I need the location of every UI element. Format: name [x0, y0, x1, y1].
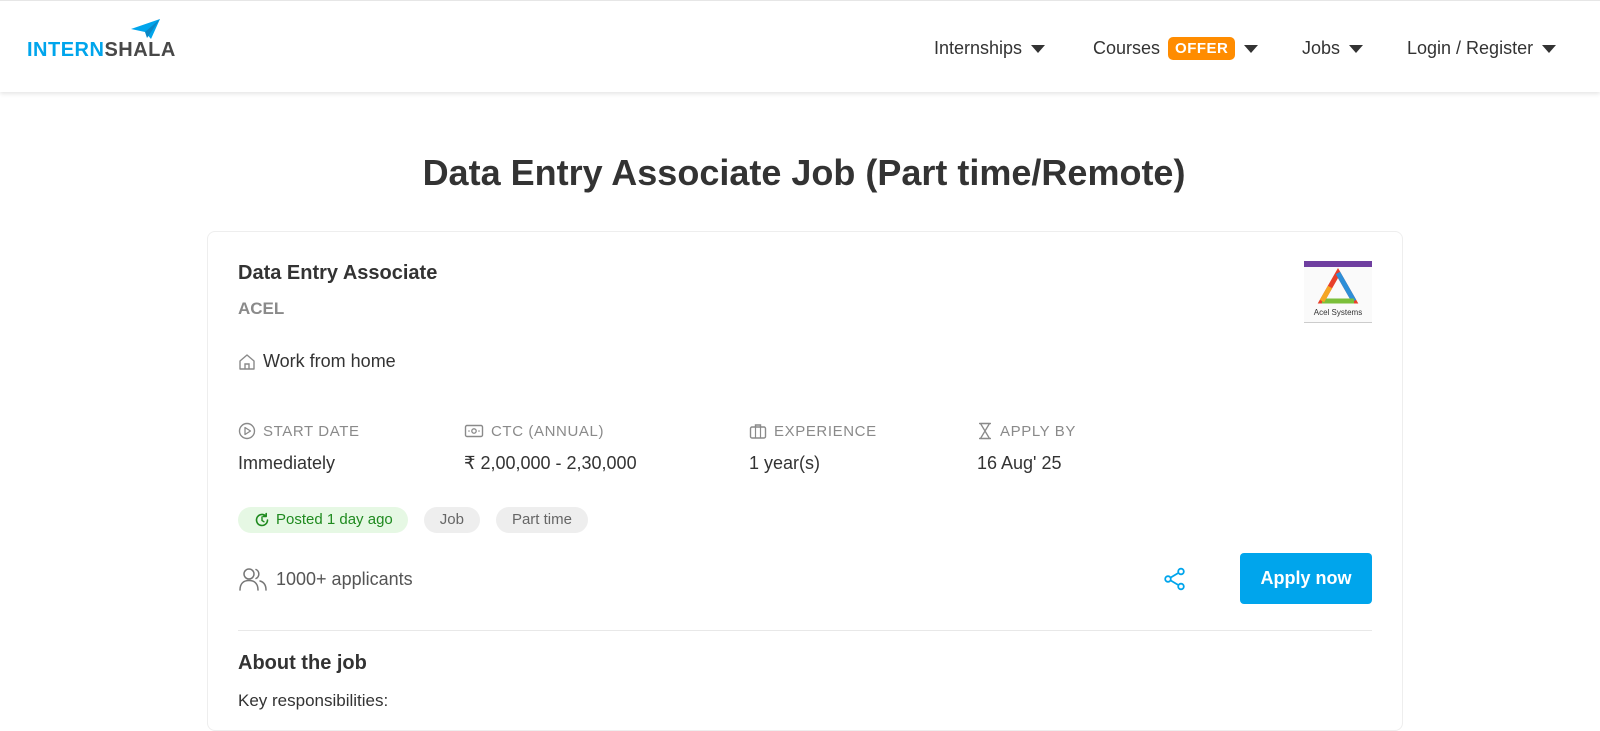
paper-plane-icon [131, 19, 160, 39]
play-circle-icon [238, 422, 256, 440]
caret-down-icon [1031, 44, 1046, 53]
location-text: Work from home [263, 351, 396, 371]
internshala-logo[interactable]: INTERNSHALA [27, 19, 177, 63]
experience-value: 1 year(s) [749, 453, 821, 473]
nav-courses[interactable]: Courses OFFER [1093, 34, 1259, 62]
nav-courses-label: Courses [1093, 37, 1161, 58]
hourglass-icon [979, 422, 991, 440]
applicants-count: 1000+ applicants [238, 566, 413, 592]
meta-ctc: CTC (ANNUAL) ₹ 2,00,000 - 2,30,000 [464, 421, 637, 474]
money-icon [464, 424, 484, 438]
meta-apply-by: APPLY BY 16 Aug' 25 [977, 421, 1076, 474]
apply-by-label: APPLY BY [1000, 422, 1076, 440]
company-logo-text: Acel Systems [1314, 308, 1362, 317]
caret-down-icon [1542, 44, 1557, 53]
briefcase-icon [749, 424, 767, 439]
meta-experience: EXPERIENCE 1 year(s) [749, 421, 877, 474]
posted-tag: Posted 1 day ago [238, 507, 408, 533]
ctc-label: CTC (ANNUAL) [491, 422, 605, 440]
company-name[interactable]: ACEL [238, 299, 284, 319]
apply-by-value: 16 Aug' 25 [977, 453, 1062, 473]
logo-part-shala: SHALA [104, 39, 176, 61]
company-logo: Acel Systems [1304, 261, 1372, 323]
start-date-label: START DATE [263, 422, 360, 440]
refresh-icon [255, 512, 269, 527]
ctc-value: ₹ 2,00,000 - 2,30,000 [464, 453, 637, 473]
part-time-tag: Part time [495, 507, 588, 533]
start-date-value: Immediately [238, 453, 336, 473]
job-type-tag: Job [423, 507, 480, 533]
job-card [207, 231, 1403, 731]
nav-internships[interactable]: Internships [934, 34, 1046, 62]
job-location: Work from home [238, 351, 396, 372]
nav-internships-label: Internships [934, 37, 1023, 58]
nav-login-label: Login / Register [1407, 37, 1534, 58]
home-icon [239, 353, 255, 370]
offer-badge: OFFER [1168, 36, 1236, 60]
logo-wordmark: INTERNSHALA [27, 39, 176, 62]
page-title: Data Entry Associate Job (Part time/Remo… [422, 152, 1186, 193]
about-job-heading: About the job [238, 652, 367, 674]
apply-now-button[interactable]: Apply now [1240, 553, 1372, 604]
applicants-text: 1000+ applicants [276, 568, 413, 589]
share-icon[interactable] [1163, 567, 1187, 591]
nav-jobs-label: Jobs [1302, 37, 1341, 58]
meta-start-date: START DATE Immediately [238, 421, 360, 474]
nav-jobs[interactable]: Jobs [1302, 34, 1364, 62]
caret-down-icon [1244, 44, 1259, 53]
nav-login-register[interactable]: Login / Register [1407, 34, 1557, 62]
logo-part-intern: INTERN [27, 39, 105, 61]
key-responsibilities-label: Key responsibilities: [238, 691, 389, 710]
job-tags: Posted 1 day ago Job Part time [238, 507, 588, 533]
top-header: INTERNSHALA Internships Courses OFFER Jo… [0, 0, 1600, 92]
experience-label: EXPERIENCE [774, 422, 877, 440]
posted-text: Posted 1 day ago [276, 511, 393, 528]
people-icon [239, 568, 267, 591]
job-role-title: Data Entry Associate [238, 262, 438, 284]
caret-down-icon [1349, 44, 1364, 53]
section-divider [238, 630, 1372, 631]
